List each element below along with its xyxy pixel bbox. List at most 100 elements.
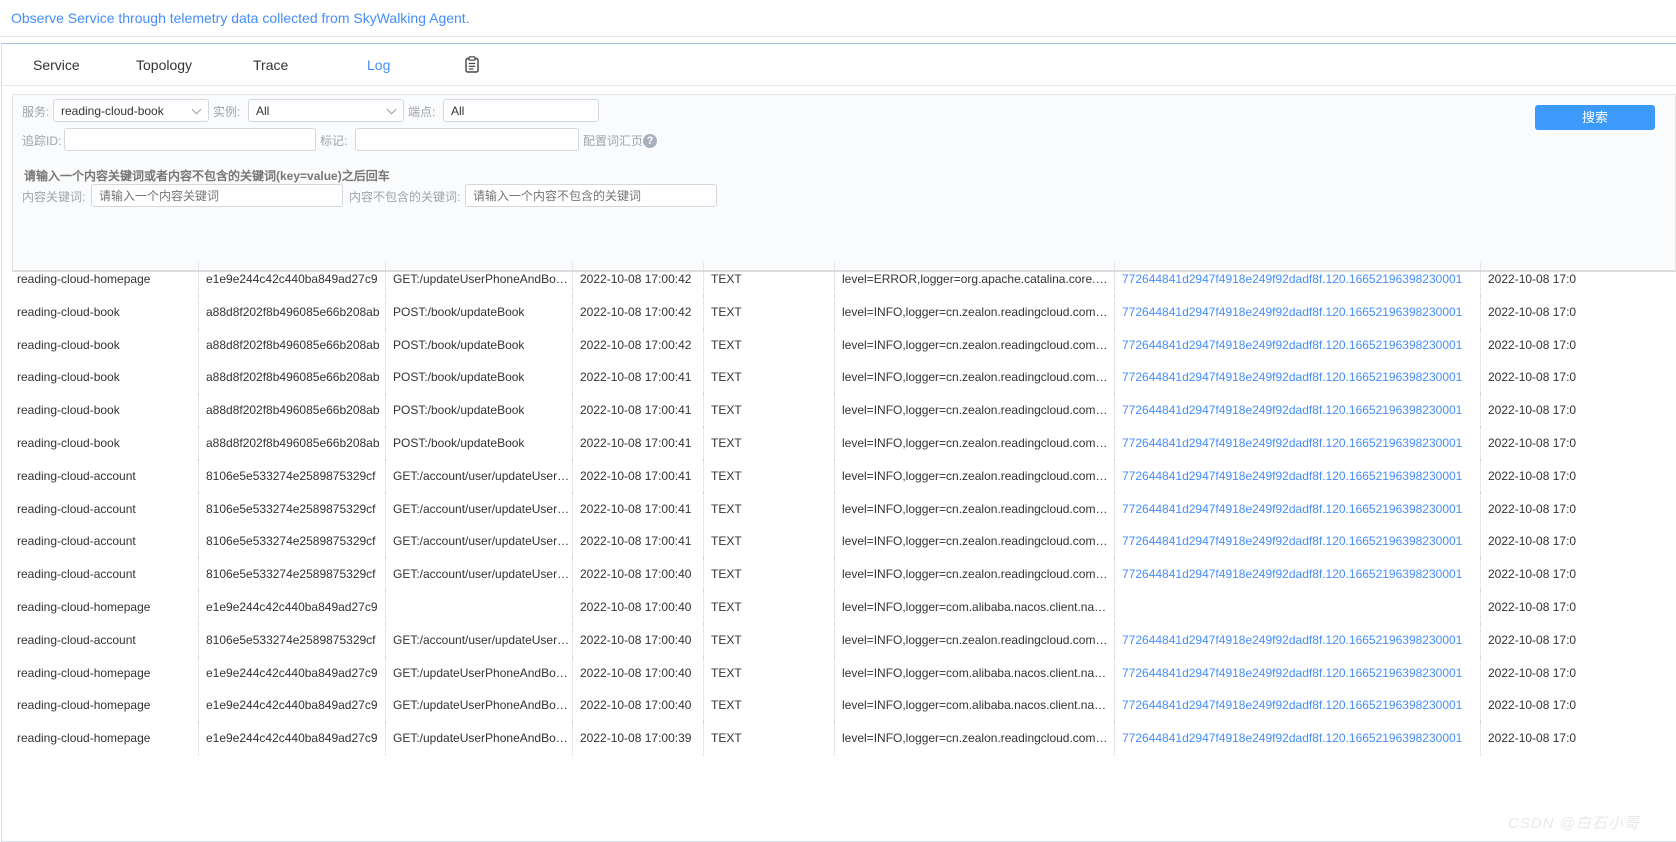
log-row[interactable]: reading-cloud-homepage e1e9e244c42c440ba8…: [10, 590, 1676, 625]
clipboard-icon[interactable]: [465, 56, 479, 73]
log-endpoint-cell: POST:/book/updateBook: [385, 294, 572, 330]
log-row[interactable]: reading-cloud-account 8106e5e533274e25898…: [10, 524, 1676, 560]
search-button[interactable]: 搜索: [1535, 105, 1655, 130]
log-type-cell: TEXT: [703, 655, 834, 691]
log-row[interactable]: reading-cloud-book a88d8f202f8b496085e66b…: [10, 426, 1676, 461]
instance-select[interactable]: All: [248, 99, 404, 122]
log-row[interactable]: reading-cloud-book a88d8f202f8b496085e66b…: [10, 294, 1676, 330]
tab-service[interactable]: Service: [33, 57, 80, 73]
log-tags-cell: level=INFO,logger=cn.zealon.readingcloud…: [834, 327, 1114, 363]
log-type-cell: TEXT: [703, 721, 834, 757]
log-trace-id-link[interactable]: [1114, 590, 1480, 625]
log-trace-id-link[interactable]: 772644841d2947f4918e249f92dadf8f.120.166…: [1114, 327, 1480, 363]
log-type-cell: TEXT: [703, 491, 834, 527]
log-tags-cell: level=INFO,logger=cn.zealon.readingcloud…: [834, 294, 1114, 330]
log-time-cell: 2022-10-08 17:00:41: [572, 524, 703, 560]
log-endpoint-cell: GET:/account/user/updateUserPhone: [385, 622, 572, 658]
log-row[interactable]: reading-cloud-book a88d8f202f8b496085e66b…: [10, 360, 1676, 396]
log-end-time-cell: 2022-10-08 17:0: [1480, 327, 1676, 363]
log-type-cell: TEXT: [703, 262, 834, 297]
chevron-down-icon: [386, 104, 397, 115]
log-trace-id-link[interactable]: 772644841d2947f4918e249f92dadf8f.120.166…: [1114, 262, 1480, 297]
log-type-cell: TEXT: [703, 360, 834, 396]
log-time-cell: 2022-10-08 17:00:40: [572, 655, 703, 691]
log-service-cell: reading-cloud-homepage: [17, 731, 151, 746]
log-trace-id-link[interactable]: 772644841d2947f4918e249f92dadf8f.120.166…: [1114, 524, 1480, 560]
log-instance-cell: 8106e5e533274e2589875329cf: [198, 622, 385, 658]
log-row[interactable]: reading-cloud-homepage e1e9e244c42c440ba8…: [10, 721, 1676, 757]
log-trace-id-link[interactable]: 772644841d2947f4918e249f92dadf8f.120.166…: [1114, 688, 1480, 724]
log-service-cell: reading-cloud-account: [17, 534, 136, 549]
log-instance-cell: a88d8f202f8b496085e66b208ab: [198, 360, 385, 396]
log-tags-cell: level=ERROR,logger=org.apache.catalina.c…: [834, 262, 1114, 297]
log-tags-cell: level=INFO,logger=cn.zealon.readingcloud…: [834, 721, 1114, 757]
service-select[interactable]: reading-cloud-book: [53, 99, 209, 122]
log-trace-id-link[interactable]: 772644841d2947f4918e249f92dadf8f.120.166…: [1114, 721, 1480, 757]
chevron-down-icon: [191, 104, 202, 115]
log-trace-id-link[interactable]: 772644841d2947f4918e249f92dadf8f.120.166…: [1114, 655, 1480, 691]
log-tags-cell: level=INFO,logger=com.alibaba.nacos.clie…: [834, 688, 1114, 724]
log-time-cell: 2022-10-08 17:00:42: [572, 327, 703, 363]
keywords-input[interactable]: [91, 184, 343, 207]
service-label: 服务:: [22, 105, 50, 119]
log-row[interactable]: reading-cloud-homepage e1e9e244c42c440ba8…: [10, 655, 1676, 691]
log-trace-id-link[interactable]: 772644841d2947f4918e249f92dadf8f.120.166…: [1114, 426, 1480, 461]
tab-topology[interactable]: Topology: [136, 57, 192, 73]
log-row[interactable]: reading-cloud-account 8106e5e533274e25898…: [10, 458, 1676, 494]
exclude-keywords-input[interactable]: [465, 184, 717, 207]
instance-label: 实例:: [213, 105, 241, 119]
log-row[interactable]: reading-cloud-account 8106e5e533274e25898…: [10, 622, 1676, 658]
log-instance-cell: e1e9e244c42c440ba849ad27c9: [198, 721, 385, 757]
log-row[interactable]: reading-cloud-homepage e1e9e244c42c440ba8…: [10, 262, 1676, 297]
log-end-time-cell: 2022-10-08 17:0: [1480, 721, 1676, 757]
log-endpoint-cell: GET:/updateUserPhoneAndBookInfo: [385, 721, 572, 757]
service-select-value: reading-cloud-book: [61, 104, 164, 118]
tab-log[interactable]: Log: [367, 57, 390, 73]
log-time-cell: 2022-10-08 17:00:41: [572, 360, 703, 396]
log-tags-cell: level=INFO,logger=com.alibaba.nacos.clie…: [834, 590, 1114, 625]
log-instance-cell: e1e9e244c42c440ba849ad27c9: [198, 688, 385, 724]
log-filter-form: 服务: reading-cloud-book 实例: All 端点: All 搜…: [12, 94, 1676, 272]
log-type-cell: TEXT: [703, 327, 834, 363]
config-vocabulary-link[interactable]: 配置词汇页: [583, 132, 643, 149]
tab-trace[interactable]: Trace: [253, 57, 288, 73]
endpoint-label: 端点:: [408, 105, 436, 119]
log-type-cell: TEXT: [703, 458, 834, 494]
log-service-cell: reading-cloud-book: [17, 304, 120, 319]
log-instance-cell: 8106e5e533274e2589875329cf: [198, 491, 385, 527]
log-row[interactable]: reading-cloud-account 8106e5e533274e25898…: [10, 557, 1676, 593]
log-tags-cell: level=INFO,logger=com.alibaba.nacos.clie…: [834, 655, 1114, 691]
keywords-label: 内容关键词:: [22, 190, 86, 204]
log-row[interactable]: reading-cloud-account 8106e5e533274e25898…: [10, 491, 1676, 527]
log-trace-id-link[interactable]: 772644841d2947f4918e249f92dadf8f.120.166…: [1114, 458, 1480, 494]
log-trace-id-link[interactable]: 772644841d2947f4918e249f92dadf8f.120.166…: [1114, 557, 1480, 593]
log-trace-id-link[interactable]: 772644841d2947f4918e249f92dadf8f.120.166…: [1114, 360, 1480, 396]
log-tags-cell: level=INFO,logger=cn.zealon.readingcloud…: [834, 458, 1114, 494]
log-end-time-cell: 2022-10-08 17:0: [1480, 524, 1676, 560]
log-service-cell: reading-cloud-book: [17, 370, 120, 385]
log-trace-id-link[interactable]: 772644841d2947f4918e249f92dadf8f.120.166…: [1114, 622, 1480, 658]
trace-id-input[interactable]: [64, 128, 316, 151]
log-type-cell: TEXT: [703, 557, 834, 593]
log-service-cell: reading-cloud-homepage: [17, 272, 151, 286]
log-instance-cell: 8106e5e533274e2589875329cf: [198, 458, 385, 494]
tags-label: 标记:: [320, 134, 348, 148]
exclude-keywords-label: 内容不包含的关键词:: [349, 190, 461, 204]
log-trace-id-link[interactable]: 772644841d2947f4918e249f92dadf8f.120.166…: [1114, 294, 1480, 330]
tags-input[interactable]: [355, 128, 579, 151]
banner-text: Observe Service through telemetry data c…: [11, 10, 470, 26]
log-endpoint-cell: POST:/book/updateBook: [385, 393, 572, 429]
log-row[interactable]: reading-cloud-homepage e1e9e244c42c440ba8…: [10, 688, 1676, 724]
log-tags-cell: level=INFO,logger=cn.zealon.readingcloud…: [834, 393, 1114, 429]
help-icon[interactable]: ?: [643, 134, 657, 148]
log-row[interactable]: reading-cloud-book a88d8f202f8b496085e66b…: [10, 393, 1676, 429]
log-trace-id-link[interactable]: 772644841d2947f4918e249f92dadf8f.120.166…: [1114, 393, 1480, 429]
keyword-hint: 请输入一个内容关键词或者内容不包含的关键词(key=value)之后回车: [24, 169, 390, 183]
log-tags-cell: level=INFO,logger=cn.zealon.readingcloud…: [834, 491, 1114, 527]
log-trace-id-link[interactable]: 772644841d2947f4918e249f92dadf8f.120.166…: [1114, 491, 1480, 527]
endpoint-input[interactable]: All: [443, 99, 599, 122]
log-row[interactable]: reading-cloud-book a88d8f202f8b496085e66b…: [10, 327, 1676, 363]
log-tags-cell: level=INFO,logger=cn.zealon.readingcloud…: [834, 360, 1114, 396]
log-end-time-cell: 2022-10-08 17:0: [1480, 262, 1676, 297]
log-type-cell: TEXT: [703, 393, 834, 429]
